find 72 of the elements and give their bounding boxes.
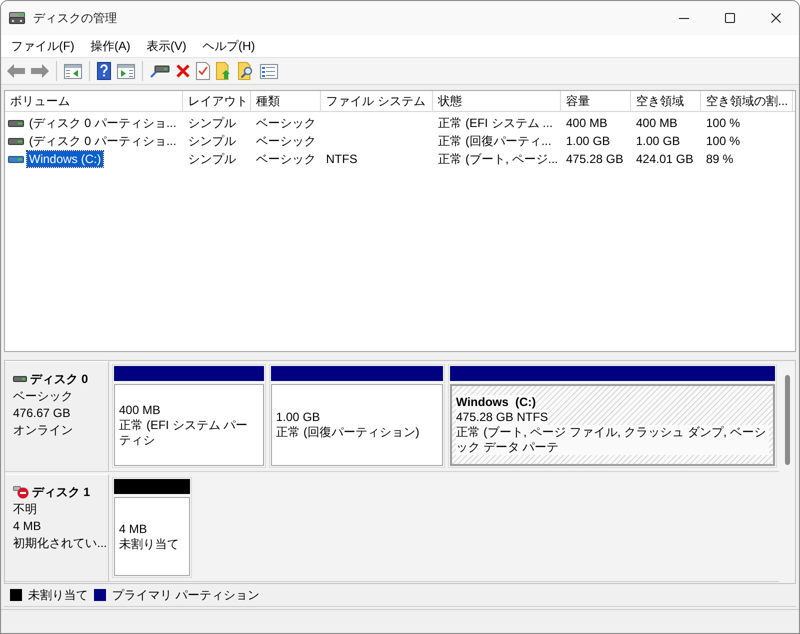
legend-label: プライマリ パーティション (112, 586, 260, 604)
disk-status: オンライン (13, 422, 73, 439)
menu-item[interactable]: 表示(V) (140, 36, 192, 56)
menu-item[interactable]: ファイル(F) (5, 36, 80, 56)
scrollbar-thumb[interactable] (784, 375, 790, 465)
window-title: ディスクの管理 (33, 10, 117, 26)
cross-icon (176, 64, 190, 78)
menu-item[interactable]: 操作(A) (84, 36, 136, 56)
disk-type: ベーシック (13, 388, 73, 405)
table-cell-text: 400 MB (635, 115, 678, 132)
partition-size: 1.00 GB (276, 410, 320, 425)
toolbar-button[interactable] (193, 60, 213, 82)
table-cell-text: 正常 (EFI システム ... (437, 115, 554, 132)
partition-name: Windows (C:) (456, 395, 536, 410)
table-cell-text: シンプル (187, 151, 237, 168)
folder-search-icon (238, 62, 254, 80)
table-cell-text: シンプル (187, 115, 237, 132)
table-cell-text: NTFS (325, 151, 358, 168)
arrow-right-icon (31, 64, 49, 78)
legend-label: 未割り当て (28, 586, 88, 604)
partition-status: 未割り当て (119, 536, 179, 552)
menu-item[interactable]: ヘルプ(H) (196, 36, 261, 56)
partition-size: 475.28 GB NTFS (456, 410, 548, 425)
close-icon (771, 13, 781, 23)
maximize-icon (725, 13, 735, 23)
partition-status: 正常 (回復パーティション) (276, 425, 420, 440)
drive-icon (8, 156, 24, 162)
drive-icon (150, 64, 170, 78)
drive-icon (13, 376, 27, 382)
table-cell-text: 正常 (ブート, ページ... (437, 151, 559, 168)
table-cell-text: 1.00 GB (635, 133, 682, 150)
partition-box[interactable]: 4 MB 未割り当て (114, 497, 190, 576)
table-cell-text: ベーシック (255, 115, 317, 132)
arrow-left-icon (7, 64, 25, 78)
disk-type: 不明 (13, 501, 37, 518)
table-cell-text: ベーシック (255, 151, 317, 168)
drive-icon (9, 12, 25, 24)
help-icon (97, 62, 111, 80)
partition-box[interactable]: Windows (C:) 475.28 GB NTFS 正常 (ブート, ページ ファイル, クラッシュ ダンプ, ベーシック データ パーテ (450, 384, 775, 466)
disk-label-panel[interactable]: ディスク 0 ベーシック 476.67 GB オンライン (5, 361, 109, 471)
help-button[interactable] (94, 60, 114, 82)
document-check-icon (196, 62, 210, 80)
volume-name[interactable]: (ディスク 0 パーティショ... (27, 115, 178, 131)
partition-status: 正常 (EFI システム パーティシ (119, 418, 249, 448)
partition-box[interactable]: 400 MB 正常 (EFI システム パーティシ (114, 384, 264, 466)
table-cell-text: 100 % (705, 115, 742, 132)
table-cell-text: 475.28 GB (565, 151, 624, 168)
drive-icon (8, 120, 24, 126)
disk-name: ディスク 1 (32, 484, 90, 500)
table-cell-text: 正常 (回復パーティ... (437, 133, 552, 150)
volume-name[interactable]: Windows (C:) (27, 151, 104, 167)
folder-arrow-icon (216, 62, 232, 80)
partition-size: 4 MB (119, 522, 148, 536)
list-window-icon (260, 64, 278, 78)
table-cell-text: 1.00 GB (565, 133, 612, 150)
partition-size: 400 MB (119, 402, 160, 418)
table-cell-text: 89 % (705, 151, 734, 168)
drive-icon (8, 138, 24, 144)
partition-status: 正常 (ブート, ページ ファイル, クラッシュ ダンプ, ベーシック データ パーテ (456, 425, 769, 455)
table-cell-text: 400 MB (565, 115, 608, 132)
disk-status: 初期化されてい... (13, 535, 108, 552)
disk-name: ディスク 0 (30, 370, 88, 388)
table-cell-text: シンプル (187, 133, 237, 150)
disk-size: 4 MB (13, 518, 42, 535)
disk-size: 476.67 GB (13, 405, 70, 422)
table-cell-text: ベーシック (255, 133, 317, 150)
disk-label-panel[interactable]: ディスク 1 不明 4 MB 初期化されてい... (5, 474, 109, 581)
table-cell-text: 424.01 GB (635, 151, 694, 168)
table-cell-text: 100 % (705, 133, 742, 150)
partition-box[interactable]: 1.00 GB 正常 (回復パーティション) (271, 384, 443, 466)
drive-error-icon (13, 485, 29, 499)
volume-name[interactable]: (ディスク 0 パーティショ... (27, 133, 178, 149)
